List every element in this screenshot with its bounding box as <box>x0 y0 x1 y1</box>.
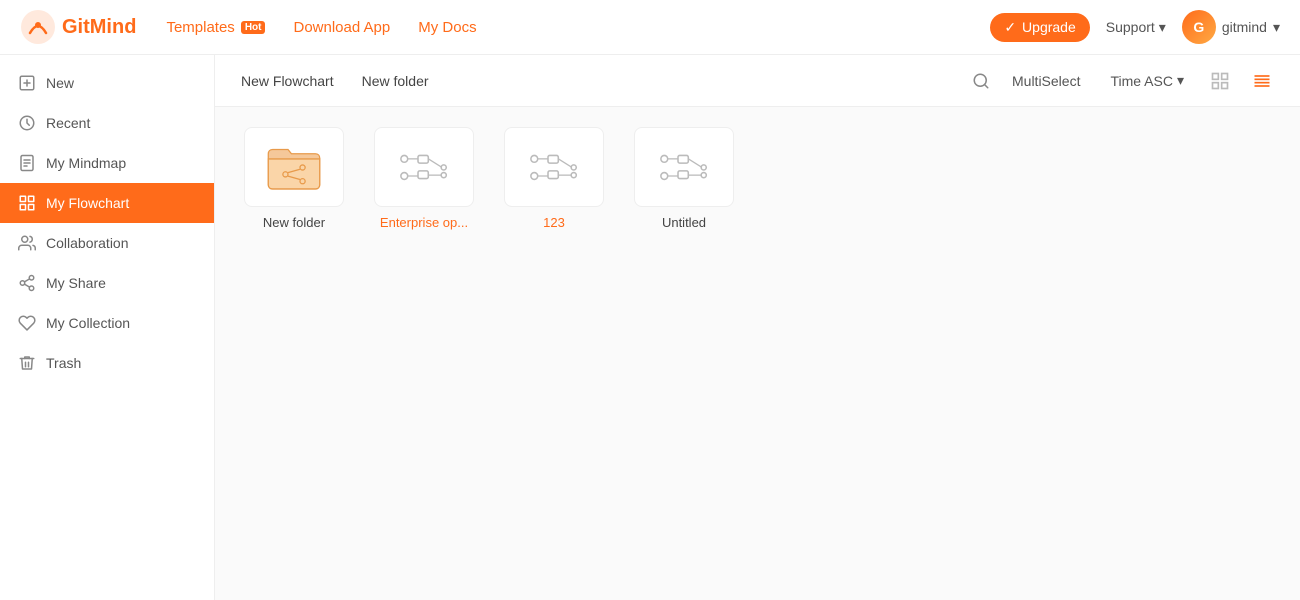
sidebar-item-mindmap[interactable]: My Mindmap <box>0 143 214 183</box>
flowchart-thumb-3 <box>634 127 734 207</box>
sidebar-label-myshare: My Share <box>46 275 106 291</box>
logo-text: GitMind <box>62 16 136 39</box>
flowchart-thumb-1 <box>374 127 474 207</box>
sort-chevron-icon: ▾ <box>1177 72 1184 89</box>
sidebar-item-trash[interactable]: Trash <box>0 343 214 383</box>
trash-icon <box>18 354 36 372</box>
sidebar-label-collaboration: Collaboration <box>46 235 129 251</box>
sort-button[interactable]: Time ASC ▾ <box>1102 68 1192 93</box>
file-item-1[interactable]: Enterprise op... <box>369 127 479 230</box>
heart-icon <box>18 314 36 332</box>
view-list-button[interactable] <box>1248 67 1276 95</box>
nav-mydocs[interactable]: My Docs <box>418 19 476 36</box>
user-chevron-icon: ▾ <box>1273 19 1280 36</box>
chevron-down-icon: ▾ <box>1159 19 1166 36</box>
file-item-2[interactable]: 123 <box>499 127 609 230</box>
flowchart-name-2: 123 <box>543 215 565 230</box>
support-button[interactable]: Support ▾ <box>1106 19 1166 36</box>
content-area: New folder <box>215 107 1300 600</box>
sidebar-label-recent: Recent <box>46 115 90 131</box>
nav-download[interactable]: Download App <box>293 19 390 36</box>
layout: New Recent My Mindmap <box>0 55 1300 600</box>
sidebar-item-recent[interactable]: Recent <box>0 103 214 143</box>
plus-square-icon <box>18 74 36 92</box>
view-grid-button[interactable] <box>1206 67 1234 95</box>
grid-icon <box>18 194 36 212</box>
hot-badge: Hot <box>241 21 266 34</box>
file-item-3[interactable]: Untitled <box>629 127 739 230</box>
users-icon <box>18 234 36 252</box>
header-right: ✓ Upgrade Support ▾ G gitmind ▾ <box>990 10 1280 44</box>
logo[interactable]: GitMind <box>20 9 136 45</box>
sidebar-label-new: New <box>46 75 74 91</box>
clock-icon <box>18 114 36 132</box>
flowchart-name-1: Enterprise op... <box>380 215 468 230</box>
toolbar: New Flowchart New folder MultiSelect Tim… <box>215 55 1300 107</box>
sidebar-label-trash: Trash <box>46 355 81 371</box>
sidebar-item-myshare[interactable]: My Share <box>0 263 214 303</box>
user-menu[interactable]: G gitmind ▾ <box>1182 10 1280 44</box>
sidebar-item-new[interactable]: New <box>0 63 214 103</box>
sidebar: New Recent My Mindmap <box>0 55 215 600</box>
multiselect-button[interactable]: MultiSelect <box>1004 69 1088 93</box>
sidebar-label-flowchart: My Flowchart <box>46 195 129 211</box>
flowchart-thumb-2 <box>504 127 604 207</box>
search-button[interactable] <box>972 72 990 90</box>
header: GitMind Templates Hot Download App My Do… <box>0 0 1300 55</box>
new-folder-button[interactable]: New folder <box>360 67 431 95</box>
sidebar-item-collection[interactable]: My Collection <box>0 303 214 343</box>
sidebar-item-collaboration[interactable]: Collaboration <box>0 223 214 263</box>
toolbar-right: MultiSelect Time ASC ▾ <box>972 67 1276 95</box>
sidebar-label-mindmap: My Mindmap <box>46 155 126 171</box>
flowchart-icon-3 <box>654 142 714 192</box>
folder-name: New folder <box>263 215 325 230</box>
main-content: New Flowchart New folder MultiSelect Tim… <box>215 55 1300 600</box>
sidebar-item-flowchart[interactable]: My Flowchart <box>0 183 214 223</box>
file-text-icon <box>18 154 36 172</box>
new-flowchart-button[interactable]: New Flowchart <box>239 67 336 95</box>
logo-icon <box>20 9 56 45</box>
flowchart-icon-2 <box>524 142 584 192</box>
share-icon <box>18 274 36 292</box>
sidebar-label-collection: My Collection <box>46 315 130 331</box>
flowchart-icon-1 <box>394 142 454 192</box>
nav-templates[interactable]: Templates Hot <box>166 19 265 36</box>
main-nav: Templates Hot Download App My Docs <box>166 19 990 36</box>
folder-thumb <box>244 127 344 207</box>
upgrade-button[interactable]: ✓ Upgrade <box>990 13 1089 42</box>
upgrade-check-icon: ✓ <box>1004 19 1016 36</box>
file-item-folder[interactable]: New folder <box>239 127 349 230</box>
items-grid: New folder <box>239 127 1276 230</box>
avatar: G <box>1182 10 1216 44</box>
folder-icon <box>264 140 324 195</box>
flowchart-name-3: Untitled <box>662 215 706 230</box>
